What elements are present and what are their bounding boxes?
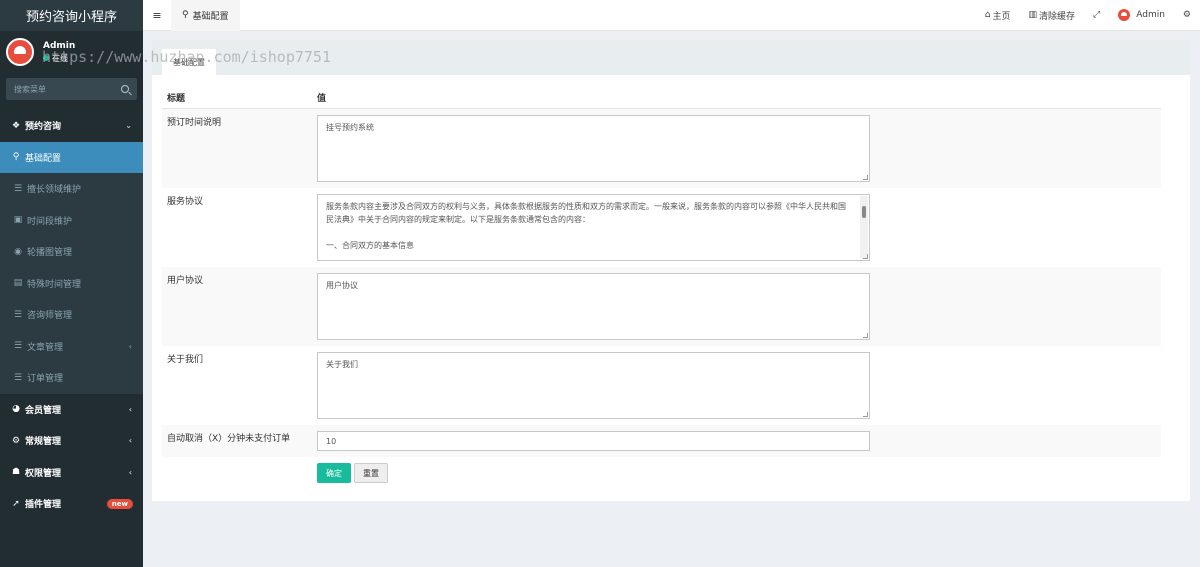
table-row: 自动取消（X）分钟未支付订单 10 (162, 425, 1161, 457)
about-us-textarea[interactable]: 关于我们 (317, 352, 870, 419)
user-name: Admin (43, 40, 76, 51)
map-marker-icon: ⚲ (12, 152, 20, 163)
tab-basic-config[interactable]: ⚲ 基础配置 (171, 0, 240, 31)
chevron-left-icon: ‹ (128, 404, 132, 414)
row-title: 预订时间说明 (167, 118, 222, 128)
sidebar-item-time-slots[interactable]: ▣ 时间段维护 (0, 204, 143, 236)
sidebar: 预约咨询小程序 Admin 在线 搜索菜单 ❖ 预约咨询 ⌄ ⚲ 基础配置 ☰ 擅长领域… (0, 0, 143, 567)
row-title: 自动取消（X）分钟未支付订单 (167, 434, 291, 444)
row-title: 服务协议 (167, 197, 204, 207)
circle-icon: ◉ (14, 246, 22, 257)
row-title: 用户协议 (167, 276, 204, 286)
sidebar-item-carousel[interactable]: ◉ 轮播图管理 (0, 236, 143, 268)
sidebar-item-members[interactable]: ◕ 会员管理 ‹ (0, 394, 143, 426)
sidebar-item-expertise[interactable]: ☰ 擅长领域维护 (0, 173, 143, 205)
list-icon: ☰ (13, 309, 23, 320)
booking-time-textarea[interactable]: 挂号预约系统 (317, 115, 870, 182)
online-dot-icon (43, 55, 49, 61)
panel-tab-basic-config[interactable]: 基础配置 (162, 49, 216, 75)
sidebar-search-placeholder: 搜索菜单 (14, 84, 46, 94)
image-icon: ▣ (13, 215, 23, 226)
user-status: 在线 (52, 53, 68, 63)
top-header: ≡ ⚲ 基础配置 ⌂ 主页 ▥ 清除缓存 ⤢ Admin ⚙ (143, 0, 1200, 31)
resize-handle-icon[interactable] (863, 333, 868, 338)
service-agreement-textarea[interactable]: 服务条款内容主要涉及合同双方的权利与义务，具体条款根据服务的性质和双方的需求而定… (317, 194, 870, 261)
row-title: 关于我们 (167, 355, 204, 365)
confirm-button[interactable]: 确定 (317, 463, 351, 483)
fullscreen-icon[interactable]: ⤢ (1084, 10, 1109, 20)
table-row: 关于我们 关于我们 (162, 346, 1161, 425)
sidebar-menu: ❖ 预约咨询 ⌄ ⚲ 基础配置 ☰ 擅长领域维护 ▣ 时间段维护 ◉ 轮播图管理 ▤ 特殊时间… (0, 110, 143, 520)
table-row: 服务协议 服务条款内容主要涉及合同双方的权利与义务，具体条款根据服务的性质和双方… (162, 188, 1161, 267)
map-marker-icon: ⚲ (182, 10, 189, 20)
resize-handle-icon[interactable] (863, 254, 868, 259)
sidebar-item-orders[interactable]: ☰ 订单管理 (0, 362, 143, 394)
sidebar-item-basic-config[interactable]: ⚲ 基础配置 (0, 141, 143, 173)
user-panel: Admin 在线 (0, 31, 143, 73)
home-link[interactable]: ⌂ 主页 (976, 9, 1020, 22)
table-header: 标题 值 (162, 87, 1161, 109)
sidebar-item-consultants[interactable]: ☰ 咨询师管理 (0, 299, 143, 331)
user-circle-icon: ◕ (12, 404, 20, 415)
resize-handle-icon[interactable] (863, 175, 868, 180)
menu-toggle-icon[interactable]: ≡ (143, 0, 171, 31)
trash-icon: ▥ (1028, 10, 1038, 20)
list-icon: ☰ (13, 341, 23, 352)
file-icon: ▤ (13, 278, 23, 289)
sidebar-item-articles[interactable]: ☰ 文章管理 ‹ (0, 330, 143, 362)
form-actions: 确定 重置 (162, 463, 1161, 483)
avatar (6, 38, 34, 66)
sidebar-search-input[interactable]: 搜索菜单 (6, 78, 137, 100)
rocket-icon: ➚ (12, 498, 20, 509)
avatar (1118, 9, 1131, 21)
app-brand[interactable]: 预约咨询小程序 (0, 0, 143, 31)
user-agreement-textarea[interactable]: 用户协议 (317, 273, 870, 340)
sidebar-item-special-time[interactable]: ▤ 特殊时间管理 (0, 267, 143, 299)
clear-cache-button[interactable]: ▥ 清除缓存 (1020, 9, 1085, 22)
cogs-icon: ⚙ (11, 435, 21, 446)
settings-icon[interactable]: ⚙ (1174, 10, 1200, 20)
sidebar-item-plugins[interactable]: ➚ 插件管理 new (0, 488, 143, 520)
sidebar-item-general[interactable]: ⚙ 常规管理 ‹ (0, 425, 143, 457)
table-row: 预订时间说明 挂号预约系统 (162, 109, 1161, 188)
chevron-left-icon: ‹ (128, 436, 132, 446)
admin-menu[interactable]: Admin (1109, 9, 1174, 21)
search-icon[interactable] (121, 85, 129, 93)
chevron-down-icon: ⌄ (125, 121, 132, 131)
reset-button[interactable]: 重置 (354, 463, 388, 483)
group-icon: ☗ (11, 467, 21, 478)
sidebar-item-appointment[interactable]: ❖ 预约咨询 ⌄ (0, 110, 143, 142)
config-panel: 基础配置 标题 值 预订时间说明 挂号预约系统 服务协议 服务条款内容主要涉及合… (152, 40, 1190, 501)
table-row: 用户协议 用户协议 (162, 267, 1161, 346)
list-icon: ☰ (13, 183, 23, 194)
new-badge: new (106, 498, 133, 509)
tab-label: 基础配置 (192, 11, 229, 22)
cubes-icon: ❖ (11, 120, 21, 131)
chevron-left-icon: ‹ (128, 467, 132, 477)
home-icon: ⌂ (984, 10, 991, 20)
resize-handle-icon[interactable] (863, 412, 868, 417)
config-table: 标题 值 预订时间说明 挂号预约系统 服务协议 服务条款内容主要涉及合同双方的权… (162, 87, 1161, 483)
scroll-thumb[interactable] (862, 206, 866, 218)
auto-cancel-minutes-input[interactable]: 10 (317, 431, 870, 451)
sidebar-item-permissions[interactable]: ☗ 权限管理 ‹ (0, 457, 143, 489)
list-icon: ☰ (13, 372, 23, 383)
chevron-left-icon: ‹ (128, 341, 132, 351)
scrollbar[interactable] (860, 196, 868, 259)
